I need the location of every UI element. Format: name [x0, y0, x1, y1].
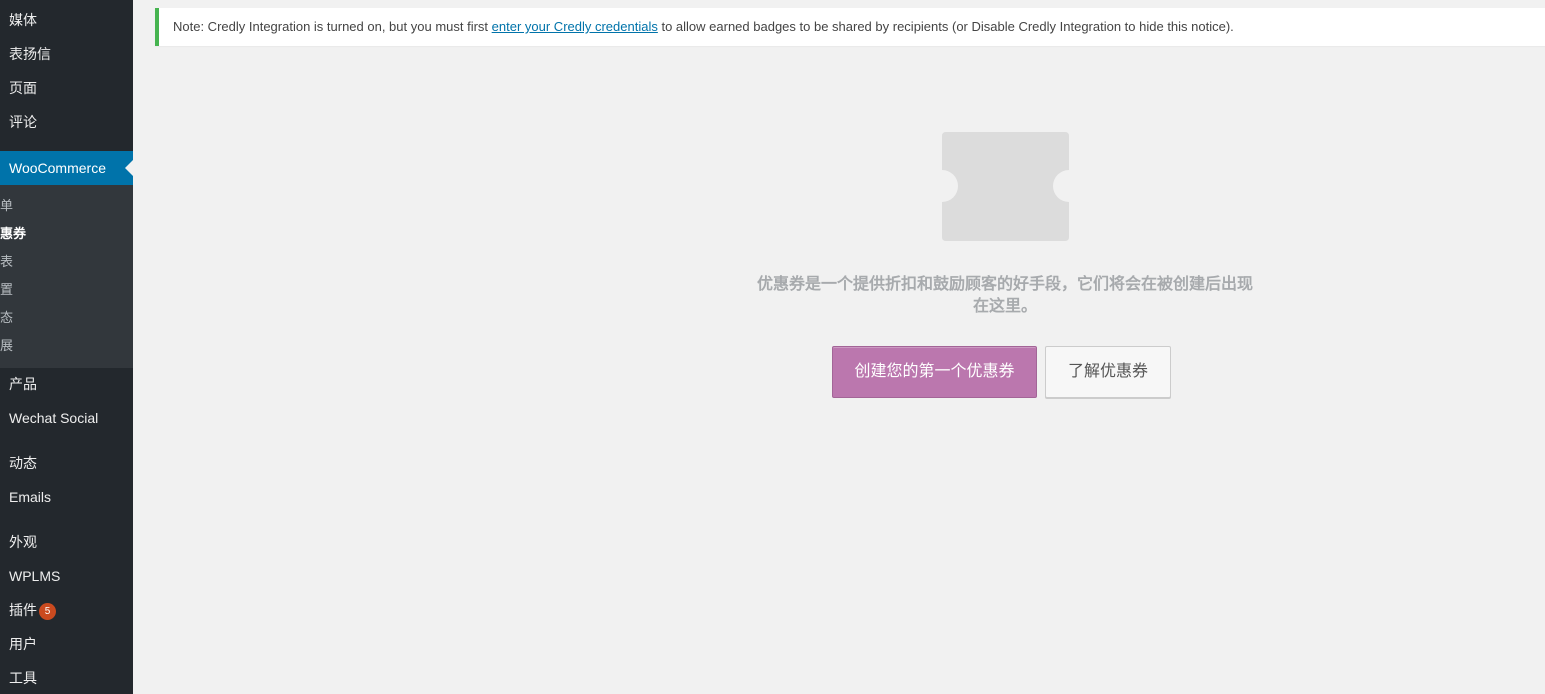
- menu-item-appearance[interactable]: 外观: [9, 532, 37, 552]
- empty-state-message: 优惠券是一个提供折扣和鼓励顾客的好手段，它们将会在被创建后出现在这里。: [756, 276, 1253, 315]
- menu-item-plugins[interactable]: 插件 5: [9, 600, 56, 620]
- notice-suffix: to allow earned badges to be shared by r…: [657, 19, 1234, 34]
- submenu-item-reports[interactable]: 表: [0, 253, 13, 271]
- menu-item-tools[interactable]: 工具: [9, 668, 37, 688]
- menu-item-emails[interactable]: Emails: [9, 487, 51, 507]
- submenu-item-extensions[interactable]: 展: [0, 337, 13, 355]
- menu-item-wechat-social[interactable]: Wechat Social: [9, 408, 98, 428]
- menu-item-products[interactable]: 产品: [9, 374, 37, 394]
- coupon-icon: [942, 132, 1069, 241]
- menu-item-media[interactable]: 媒体: [9, 10, 37, 30]
- menu-item-comments[interactable]: 评论: [9, 112, 37, 132]
- plugin-update-count-badge: 5: [39, 602, 56, 620]
- learn-about-coupons-button[interactable]: 了解优惠券: [1045, 346, 1171, 398]
- menu-item-woocommerce[interactable]: WooCommerce: [0, 151, 133, 185]
- menu-item-wplms[interactable]: WPLMS: [9, 566, 60, 586]
- current-menu-arrow-icon: [125, 160, 133, 176]
- menu-item-plugins-label: 插件: [9, 602, 37, 618]
- credly-notice: Note: Credly Integration is turned on, b…: [155, 8, 1545, 46]
- submenu-item-settings[interactable]: 置: [0, 281, 13, 299]
- woocommerce-submenu: 单 惠券 表 置 态 展: [0, 185, 133, 368]
- create-first-coupon-button[interactable]: 创建您的第一个优惠券: [832, 346, 1037, 398]
- menu-item-users[interactable]: 用户: [9, 634, 37, 654]
- menu-item-testimonials[interactable]: 表扬信: [9, 44, 51, 64]
- admin-sidebar: 媒体 表扬信 页面 评论 WooCommerce 单 惠券 表 置 态 展 产品…: [0, 0, 133, 694]
- menu-item-woocommerce-label: WooCommerce: [9, 160, 106, 176]
- notice-prefix: Note: Credly Integration is turned on, b…: [173, 19, 492, 34]
- submenu-item-orders[interactable]: 单: [0, 197, 13, 215]
- menu-item-activity[interactable]: 动态: [9, 453, 37, 473]
- menu-item-pages[interactable]: 页面: [9, 78, 37, 98]
- submenu-item-status[interactable]: 态: [0, 309, 13, 327]
- submenu-item-coupons[interactable]: 惠券: [0, 225, 26, 243]
- credly-credentials-link[interactable]: enter your Credly credentials: [492, 19, 658, 34]
